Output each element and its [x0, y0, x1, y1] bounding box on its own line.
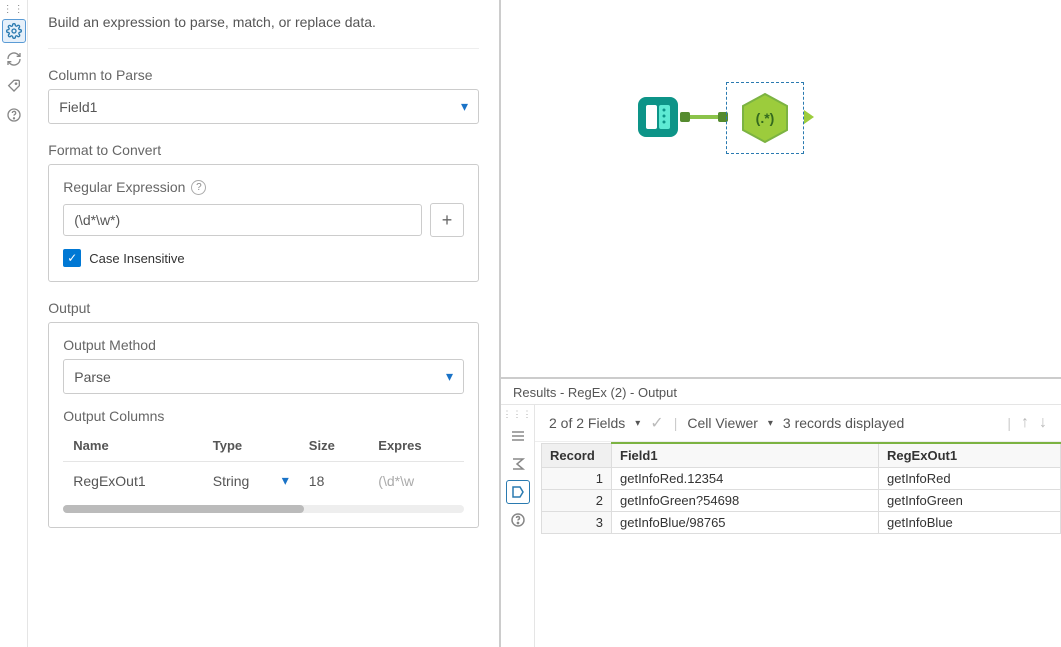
output-method-select[interactable]: Parse ▾ — [63, 359, 464, 394]
col-type-header[interactable]: Type — [203, 430, 299, 462]
add-expression-button[interactable]: + — [430, 203, 464, 237]
help-icon[interactable] — [506, 508, 530, 532]
col-name-cell[interactable]: RegExOut1 — [63, 462, 202, 500]
chevron-down-icon: ▾ — [282, 472, 289, 489]
chevron-down-icon: ▾ — [446, 368, 453, 385]
tag-icon[interactable] — [2, 75, 26, 99]
help-icon[interactable] — [2, 103, 26, 127]
records-displayed: 3 records displayed — [783, 415, 904, 431]
col-size-header[interactable]: Size — [299, 430, 368, 462]
case-insensitive-row[interactable]: ✓ Case Insensitive — [63, 249, 464, 267]
field1-cell[interactable]: getInfoBlue/98765 — [612, 512, 879, 534]
fields-count[interactable]: 2 of 2 Fields — [549, 415, 625, 431]
config-panel: Build an expression to parse, match, or … — [28, 0, 501, 647]
drag-grip[interactable]: ⋮⋮⋮ — [503, 409, 533, 420]
regex-tool[interactable]: (.*) — [726, 82, 804, 154]
caret-down-icon[interactable]: ▾ — [635, 418, 640, 429]
regexout-cell[interactable]: getInfoBlue — [879, 512, 1061, 534]
col-expr-header[interactable]: Expres — [368, 430, 464, 462]
results-table[interactable]: Record Field1 RegExOut1 1getInfoRed.1235… — [541, 442, 1061, 534]
refresh-icon[interactable] — [2, 47, 26, 71]
output-card: Output Method Parse ▾ Output Columns Nam… — [48, 322, 479, 528]
output-anchor-icon[interactable] — [506, 480, 530, 504]
output-method-value: Parse — [74, 369, 111, 385]
field1-header[interactable]: Field1 — [612, 443, 879, 468]
check-icon[interactable]: ✓ — [650, 413, 663, 433]
record-number: 2 — [542, 490, 612, 512]
sigma-icon[interactable] — [506, 452, 530, 476]
results-pane: Results - RegEx (2) - Output ⋮⋮⋮ — [501, 377, 1061, 647]
chevron-down-icon: ▾ — [461, 98, 468, 115]
svg-text:(.*): (.*) — [756, 110, 775, 126]
regex-label: Regular Expression — [63, 179, 185, 195]
table-row[interactable]: 2getInfoGreen?54698getInfoGreen — [542, 490, 1061, 512]
list-icon[interactable] — [506, 424, 530, 448]
format-card: Regular Expression ? + ✓ Case Insensitiv… — [48, 164, 479, 282]
input-data-tool[interactable] — [636, 95, 680, 139]
col-expr-cell: (\d*\w — [368, 462, 464, 500]
config-icon-rail: ⋮⋮ — [0, 0, 28, 647]
record-number: 1 — [542, 468, 612, 490]
gear-icon[interactable] — [2, 19, 26, 43]
regexout-cell[interactable]: getInfoRed — [879, 468, 1061, 490]
record-header[interactable]: Record — [542, 443, 612, 468]
field1-cell[interactable]: getInfoRed.12354 — [612, 468, 879, 490]
regex-input[interactable] — [63, 204, 422, 236]
output-method-label: Output Method — [63, 337, 464, 353]
regexout-cell[interactable]: getInfoGreen — [879, 490, 1061, 512]
arrow-down-icon[interactable]: ↓ — [1039, 414, 1047, 432]
record-number: 3 — [542, 512, 612, 534]
drag-grip[interactable]: ⋮⋮ — [3, 4, 25, 15]
workflow-canvas[interactable]: (.*) — [501, 0, 1061, 377]
output-anchor-icon[interactable] — [804, 110, 814, 124]
caret-down-icon[interactable]: ▾ — [768, 418, 773, 429]
column-to-parse-select[interactable]: Field1 ▾ — [48, 89, 479, 124]
col-type-cell[interactable]: String ▾ — [203, 462, 299, 500]
table-row[interactable]: RegExOut1 String ▾ 18 (\d*\w — [63, 462, 464, 500]
case-insensitive-label: Case Insensitive — [89, 251, 184, 266]
divider — [48, 48, 479, 49]
output-columns-label: Output Columns — [63, 408, 464, 424]
help-icon[interactable]: ? — [191, 180, 206, 195]
results-title: Results - RegEx (2) - Output — [501, 379, 1061, 405]
format-to-convert-label: Format to Convert — [48, 142, 479, 158]
column-to-parse-label: Column to Parse — [48, 67, 479, 83]
field1-cell[interactable]: getInfoGreen?54698 — [612, 490, 879, 512]
table-row[interactable]: 1getInfoRed.12354getInfoRed — [542, 468, 1061, 490]
connector[interactable] — [682, 115, 726, 119]
cell-viewer-label[interactable]: Cell Viewer — [687, 415, 758, 431]
panel-description: Build an expression to parse, match, or … — [48, 14, 479, 30]
results-icon-rail: ⋮⋮⋮ — [501, 405, 535, 647]
regex-label-row: Regular Expression ? — [63, 179, 464, 195]
output-label: Output — [48, 300, 479, 316]
checkbox-checked-icon[interactable]: ✓ — [63, 249, 81, 267]
regexout-header[interactable]: RegExOut1 — [879, 443, 1061, 468]
column-to-parse-value: Field1 — [59, 99, 97, 115]
output-columns-table: Name Type Size Expres RegExOut1 String ▾ — [63, 430, 464, 499]
results-toolbar: 2 of 2 Fields ▾ ✓ | Cell Viewer ▾ 3 reco… — [535, 405, 1061, 442]
table-row[interactable]: 3getInfoBlue/98765getInfoBlue — [542, 512, 1061, 534]
col-name-header[interactable]: Name — [63, 430, 202, 462]
arrow-up-icon[interactable]: ↑ — [1021, 414, 1029, 432]
horizontal-scrollbar[interactable] — [63, 505, 464, 513]
col-size-cell[interactable]: 18 — [299, 462, 368, 500]
